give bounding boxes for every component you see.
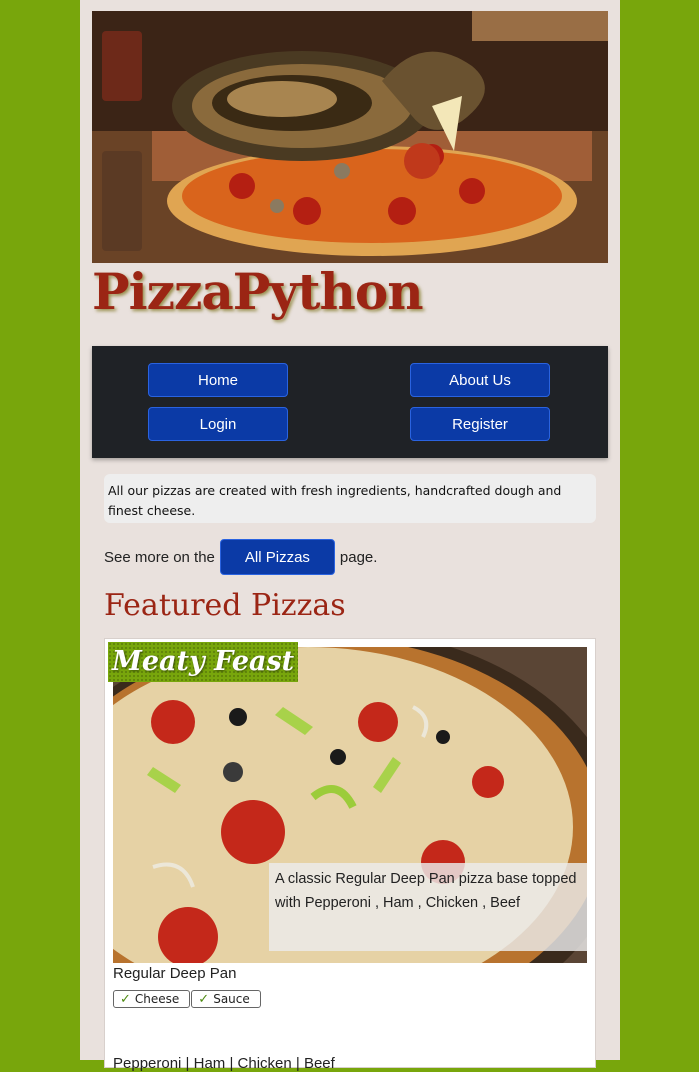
pizza-title: Meaty Feast [108,642,299,682]
pizza-description: A classic Regular Deep Pan pizza base to… [269,863,587,951]
see-more-line: See more on the All Pizzas page. [104,539,378,575]
nav-login-button[interactable]: Login [148,407,288,441]
hero-image [92,11,608,263]
nav-about-button[interactable]: About Us [410,363,550,397]
nav-home-button[interactable]: Home [148,363,288,397]
page-container: PizzaPython Home About Us Login Register… [80,0,620,1072]
main-nav: Home About Us Login Register [92,346,608,458]
pizza-base: Regular Deep Pan [113,965,237,982]
info-notice: All our pizzas are created with fresh in… [104,474,596,523]
pizza-tags: ✓ Cheese ✓ Sauce [113,990,262,1008]
see-more-suffix: page. [339,548,378,566]
pizza-toppings: Pepperoni | Ham | Chicken | Beef [113,1055,335,1072]
tag-cheese: ✓ Cheese [113,990,191,1008]
check-icon: ✓ [198,991,210,1007]
pizza-card[interactable]: Meaty Feast A classic Regular Deep Pan p… [104,638,596,1072]
nav-register-button[interactable]: Register [410,407,550,441]
all-pizzas-button[interactable]: All Pizzas [219,539,335,575]
featured-heading: Featured Pizzas [104,588,346,623]
tag-label: Sauce [213,992,250,1006]
tag-sauce: ✓ Sauce [191,990,261,1008]
see-more-prefix: See more on the [104,548,215,566]
hero-illustration [92,11,608,263]
tag-label: Cheese [134,992,180,1006]
site-brand: PizzaPython [92,262,424,321]
check-icon: ✓ [120,991,131,1007]
